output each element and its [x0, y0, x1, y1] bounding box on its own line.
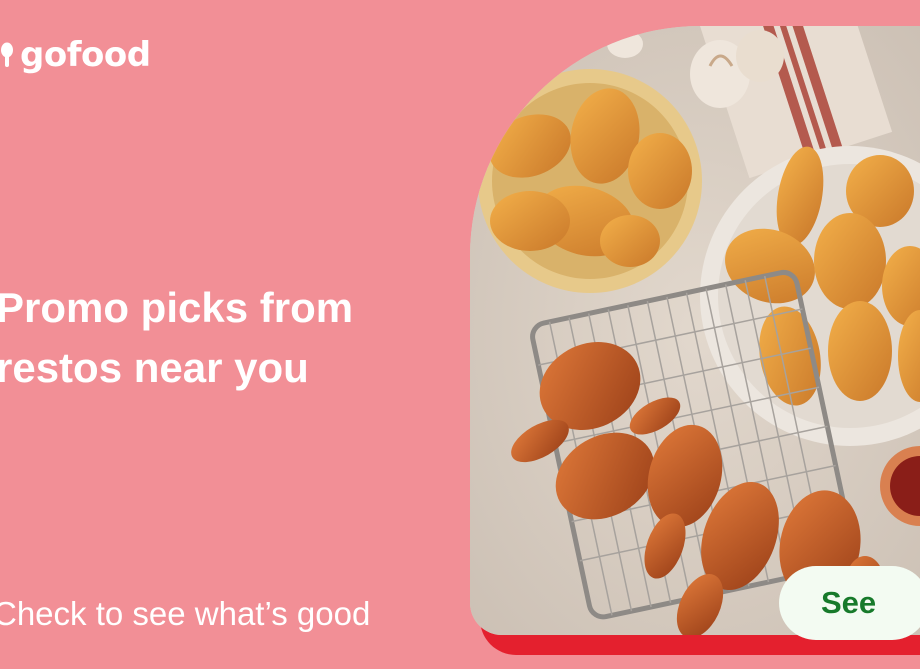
promo-headline: Promo picks from restos near you — [0, 278, 436, 398]
fried-chicken-illustration — [470, 26, 920, 635]
gofood-logo: gofood — [0, 34, 151, 76]
brand-name: gofood — [20, 35, 151, 75]
see-button[interactable]: See — [779, 566, 920, 640]
headline-line-1: Promo picks from — [0, 284, 354, 331]
hero-image — [470, 26, 920, 635]
promo-subline: Check to see what’s good — [0, 595, 371, 632]
headline-line-2: restos near you — [0, 344, 309, 391]
gofood-pin-icon — [1, 42, 13, 67]
